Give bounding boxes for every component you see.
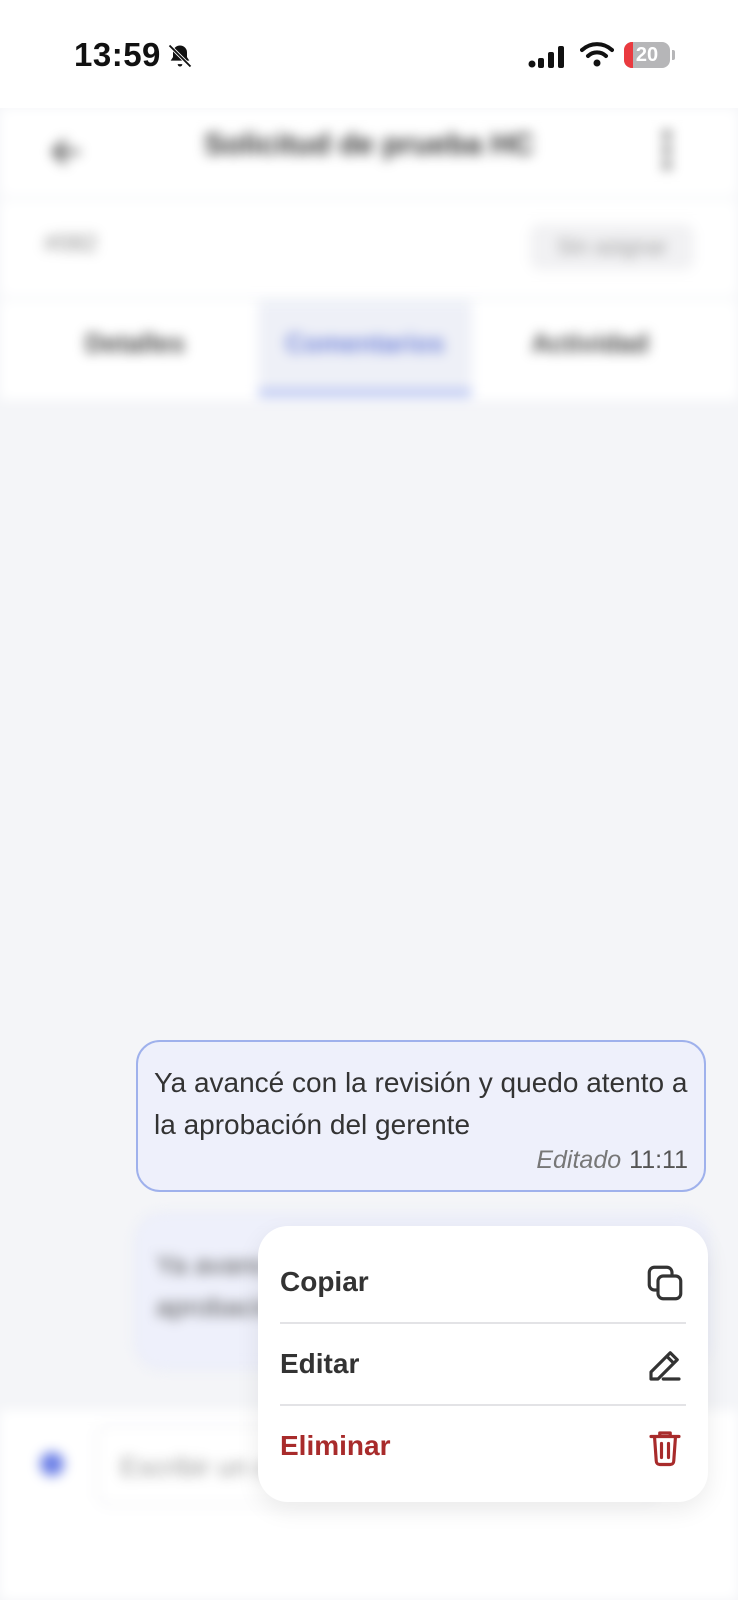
menu-item-copy-label: Copiar (280, 1266, 369, 1297)
trash-icon (649, 1431, 681, 1467)
menu-item-copy[interactable]: Copiar (280, 1242, 686, 1324)
comment-time: 11:11 (629, 1146, 688, 1174)
top-app-bar: Solicitud de prueba HC (0, 108, 738, 196)
more-vertical-icon[interactable] (660, 128, 674, 172)
battery-percentage: 20 (635, 44, 659, 66)
selected-comment-text: Ya avancé con la revisión y quedo atento… (154, 1067, 688, 1140)
selected-comment-bubble[interactable]: Ya avancé con la revisión y quedo atento… (136, 1040, 706, 1192)
comment-meta: Editado 11:11 (536, 1146, 688, 1175)
bell-muted-icon (168, 44, 192, 68)
tab-comments[interactable]: Comentarios (258, 300, 472, 396)
status-bar: 13:59 20 (0, 0, 738, 108)
page-title: Solicitud de prueba HC (203, 128, 535, 161)
attach-icon[interactable] (40, 1452, 64, 1476)
tab-details[interactable]: Detalles (60, 300, 210, 396)
edit-pencil-icon (649, 1351, 681, 1381)
edited-label: Editado (536, 1146, 622, 1174)
wifi-icon (580, 42, 614, 67)
context-menu: Copiar Editar Eliminar (258, 1226, 708, 1502)
tab-activity[interactable]: Actividad (510, 300, 670, 396)
menu-item-delete[interactable]: Eliminar (280, 1406, 686, 1488)
menu-item-delete-label: Eliminar (280, 1430, 391, 1461)
battery-indicator: 20 (624, 42, 670, 68)
ticket-info-bar: #082 Sin asignar (0, 200, 738, 296)
tab-bar: Detalles Comentarios Actividad (0, 300, 738, 400)
copy-icon (647, 1265, 683, 1301)
battery-tip (672, 50, 675, 60)
menu-item-edit-label: Editar (280, 1348, 360, 1379)
status-time: 13:59 (74, 36, 161, 73)
assignee-chip[interactable]: Sin asignar (530, 224, 694, 270)
ticket-id: #082 (44, 230, 98, 257)
cellular-signal-icon (528, 46, 564, 68)
menu-item-edit[interactable]: Editar (280, 1324, 686, 1406)
